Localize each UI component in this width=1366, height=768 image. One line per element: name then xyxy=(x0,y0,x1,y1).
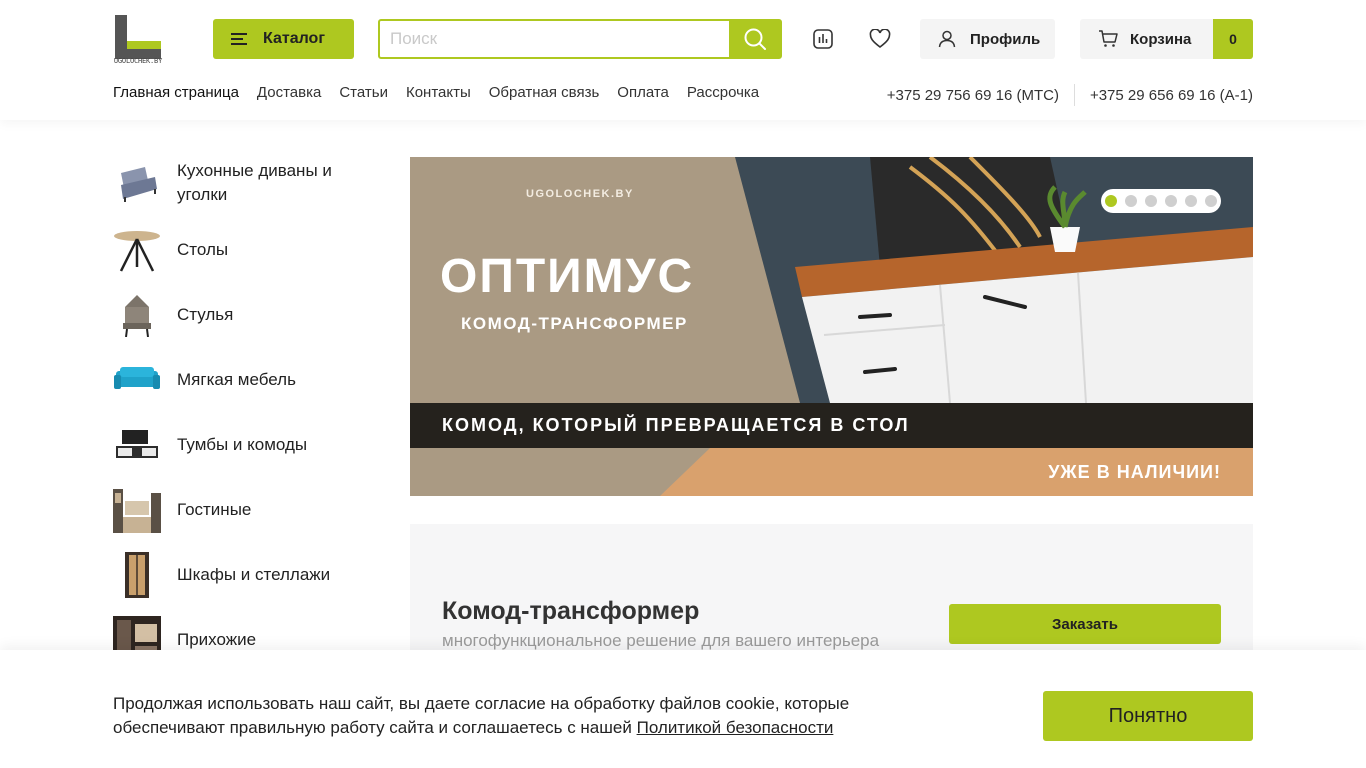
user-icon xyxy=(938,30,956,48)
category-name: Шкафы и стеллажи xyxy=(177,564,331,584)
slider-dot[interactable] xyxy=(1185,195,1197,207)
slider-dot[interactable] xyxy=(1145,195,1157,207)
category-name: Мягкая мебель xyxy=(177,369,296,389)
category-name: Тумбы и комоды xyxy=(177,434,308,454)
nav-item-delivery[interactable]: Доставка xyxy=(257,84,321,101)
page: UGOLOCHEK.BY Каталог Поиск Профиль Корзи… xyxy=(0,0,1366,768)
slider-dot[interactable] xyxy=(1205,195,1217,207)
phone-divider xyxy=(1073,84,1075,106)
banner-subheadline: КОМОД-ТРАНСФОРМЕР xyxy=(461,314,688,333)
promo-banner[interactable]: UGOLOCHEK.BY ОПТИМУС КОМОД-ТРАНСФОРМЕР К… xyxy=(410,157,1253,496)
cart-count-badge: 0 xyxy=(1213,19,1253,59)
cart-icon xyxy=(1099,30,1118,47)
wardrobe-icon xyxy=(113,551,161,599)
nav-item-installment[interactable]: Рассрочка xyxy=(687,84,759,101)
profile-label: Профиль xyxy=(970,30,1041,48)
living-room-icon xyxy=(113,486,161,534)
search-button[interactable] xyxy=(729,21,780,57)
category-name: Столы xyxy=(177,239,229,259)
slider-dot[interactable] xyxy=(1125,195,1137,207)
promo-description: многофункциональное решение для вашего и… xyxy=(442,631,880,650)
slider-dot[interactable] xyxy=(1165,195,1177,207)
order-button[interactable]: Заказать xyxy=(949,604,1221,644)
category-list: Кухонные диваны и уголки Столы Стулья Мя… xyxy=(113,155,373,672)
banner-availability-text: УЖЕ В НАЛИЧИИ! xyxy=(1048,462,1221,482)
phone-a1[interactable]: +375 29 656 69 16 (А-1) xyxy=(1090,87,1253,104)
slider-dot[interactable] xyxy=(1105,195,1117,207)
search-icon xyxy=(744,28,766,50)
category-name: Прихожие xyxy=(177,629,257,649)
sofa-icon xyxy=(113,356,161,404)
nav-item-feedback[interactable]: Обратная связь xyxy=(489,84,600,101)
favorites-button[interactable] xyxy=(865,24,895,54)
table-icon xyxy=(113,226,161,274)
category-item[interactable]: Гостиные xyxy=(113,477,373,542)
banner-brand: UGOLOCHEK.BY xyxy=(526,188,634,200)
site-header: UGOLOCHEK.BY Каталог Поиск Профиль Корзи… xyxy=(0,0,1366,120)
site-logo[interactable]: UGOLOCHEK.BY xyxy=(113,15,163,65)
cookie-text: Продолжая использовать наш сайт, вы дает… xyxy=(113,692,913,740)
nav-item-contacts[interactable]: Контакты xyxy=(406,84,471,101)
catalog-label: Каталог xyxy=(263,30,325,47)
phone-mts[interactable]: +375 29 756 69 16 (МТС) xyxy=(887,87,1059,104)
phone-numbers: +375 29 756 69 16 (МТС) +375 29 656 69 1… xyxy=(887,84,1253,106)
tv-stand-icon xyxy=(113,421,161,469)
nav-item-payment[interactable]: Оплата xyxy=(617,84,669,101)
chair-icon xyxy=(113,291,161,339)
slider-pagination xyxy=(1101,189,1221,213)
catalog-button[interactable]: Каталог xyxy=(213,19,354,59)
category-name: Стулья xyxy=(177,304,234,324)
main-nav: Главная страница Доставка Статьи Контакт… xyxy=(113,84,759,101)
category-item[interactable]: Тумбы и комоды xyxy=(113,412,373,477)
promo-title: Комод-трансформер xyxy=(442,597,700,625)
category-item[interactable]: Кухонные диваны и уголки xyxy=(113,155,373,211)
profile-button[interactable]: Профиль xyxy=(920,19,1055,59)
cart-label: Корзина xyxy=(1130,30,1192,48)
category-name: Гостиные xyxy=(177,499,252,519)
search-box xyxy=(378,19,782,59)
banner-strip-text: КОМОД, КОТОРЫЙ ПРЕВРАЩАЕТСЯ В СТОЛ xyxy=(442,415,910,435)
kitchen-sofa-icon xyxy=(113,159,161,207)
cookie-consent-bar: Продолжая использовать наш сайт, вы дает… xyxy=(0,650,1366,768)
cart-button[interactable]: Корзина 0 xyxy=(1080,19,1253,59)
category-item[interactable]: Мягкая мебель xyxy=(113,347,373,412)
menu-icon xyxy=(231,33,247,45)
search-input[interactable] xyxy=(380,21,729,57)
category-name: Кухонные диваны и уголки xyxy=(177,161,332,204)
nav-item-articles[interactable]: Статьи xyxy=(339,84,388,101)
heart-icon xyxy=(869,29,891,49)
nav-item-home[interactable]: Главная страница xyxy=(113,84,239,101)
category-item[interactable]: Столы xyxy=(113,217,373,282)
compare-icon xyxy=(813,29,833,49)
category-item[interactable]: Шкафы и стеллажи xyxy=(113,542,373,607)
banner-headline: ОПТИМУС xyxy=(440,250,695,303)
compare-button[interactable] xyxy=(808,24,838,54)
category-item[interactable]: Стулья xyxy=(113,282,373,347)
logo-icon xyxy=(115,15,161,59)
logo-text: UGOLOCHEK.BY xyxy=(113,57,163,65)
cookie-accept-button[interactable]: Понятно xyxy=(1043,691,1253,741)
privacy-policy-link[interactable]: Политикой безопасности xyxy=(637,718,834,737)
